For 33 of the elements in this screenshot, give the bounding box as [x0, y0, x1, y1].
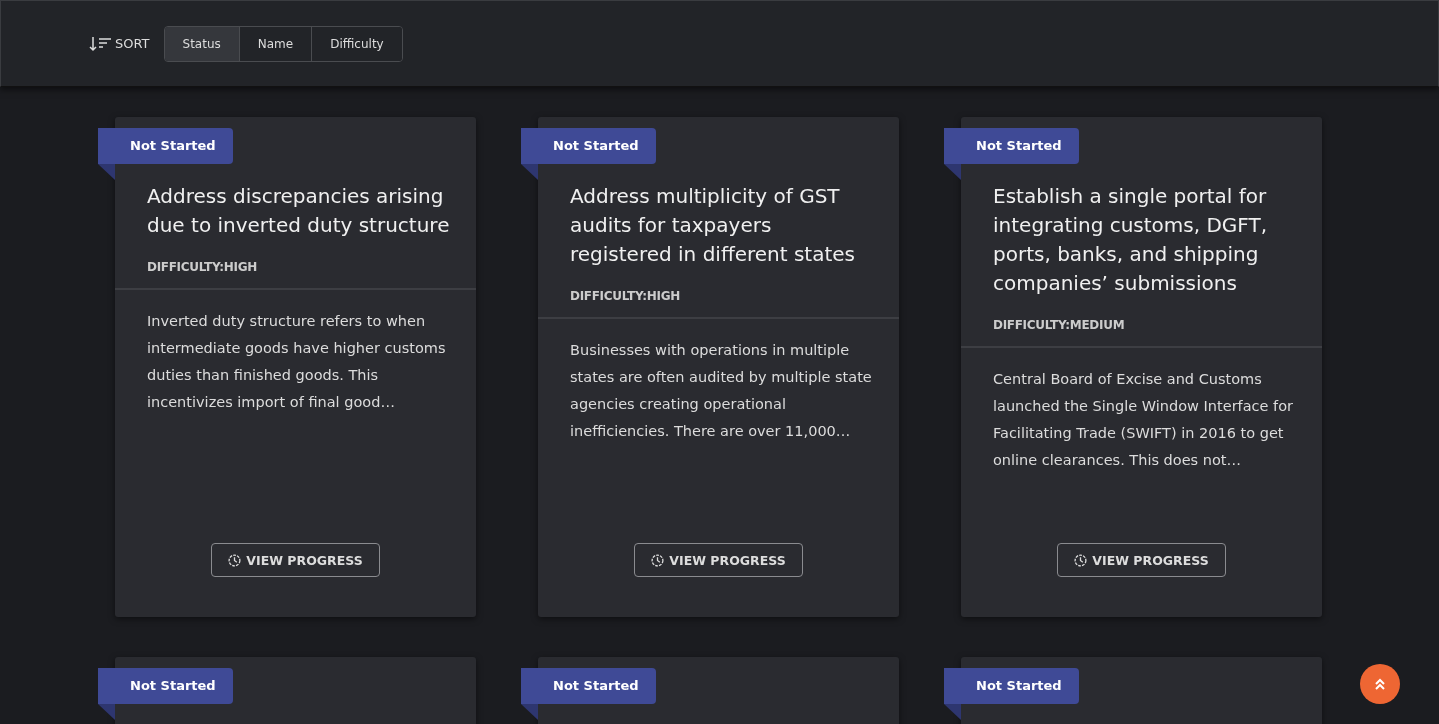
double-chevron-up-icon	[1374, 678, 1386, 690]
view-progress-button[interactable]: VIEW PROGRESS	[634, 543, 803, 577]
status-ribbon: Not Started	[944, 668, 1079, 704]
status-ribbon: Not Started	[98, 668, 233, 704]
status-ribbon: Not Started	[944, 128, 1079, 164]
sort-tab[interactable]: Difficulty	[311, 26, 402, 61]
view-progress-button[interactable]: VIEW PROGRESS	[211, 543, 380, 577]
sort-icon	[89, 35, 113, 52]
difficulty-label: DIFFICULTY:HIGH	[147, 260, 259, 274]
status-ribbon: Not Started	[521, 128, 656, 164]
status-ribbon: Not Started	[521, 668, 656, 704]
scroll-top-button[interactable]	[1360, 664, 1400, 704]
card-description: Inverted duty structure refers to when intermediate goods have higher customs duties than finished goods. This incentivizes import of final good…	[146, 312, 447, 412]
card-title: Address discrepancies arising due to inverted duty structure	[147, 183, 451, 239]
ribbon-fold	[944, 704, 961, 720]
difficulty-label: DIFFICULTY:MEDIUM	[993, 318, 1126, 332]
card-description: Central Board of Excise and Customs launched the Single Window Interface for Facilitating Trade (SWIFT) in 2016 to get online clearances. This does not…	[992, 370, 1295, 470]
ribbon-fold	[521, 704, 538, 720]
sort-tab[interactable]: Status	[164, 26, 239, 61]
clock-icon	[228, 553, 242, 567]
ribbon-fold	[944, 164, 961, 180]
clock-icon	[1074, 553, 1088, 567]
difficulty-label: DIFFICULTY:HIGH	[570, 289, 682, 303]
card-title: Establish a single portal for integrating customs, DGFT, ports, banks, and shipping companies’ submissions	[993, 183, 1269, 297]
sort-label: SORT	[115, 36, 150, 51]
card-title: Address multiplicity of GST audits for taxpayers registered in different states	[570, 183, 857, 268]
ribbon-fold	[521, 164, 538, 180]
view-progress-button[interactable]: VIEW PROGRESS	[1057, 543, 1226, 577]
card-description: Businesses with operations in multiple states are often audited by multiple state agencies creating operational inefficiencies. There are over 11,000…	[569, 341, 873, 441]
ribbon-fold	[98, 704, 115, 720]
ribbon-fold	[98, 164, 115, 180]
status-ribbon: Not Started	[98, 128, 233, 164]
clock-icon	[651, 553, 665, 567]
